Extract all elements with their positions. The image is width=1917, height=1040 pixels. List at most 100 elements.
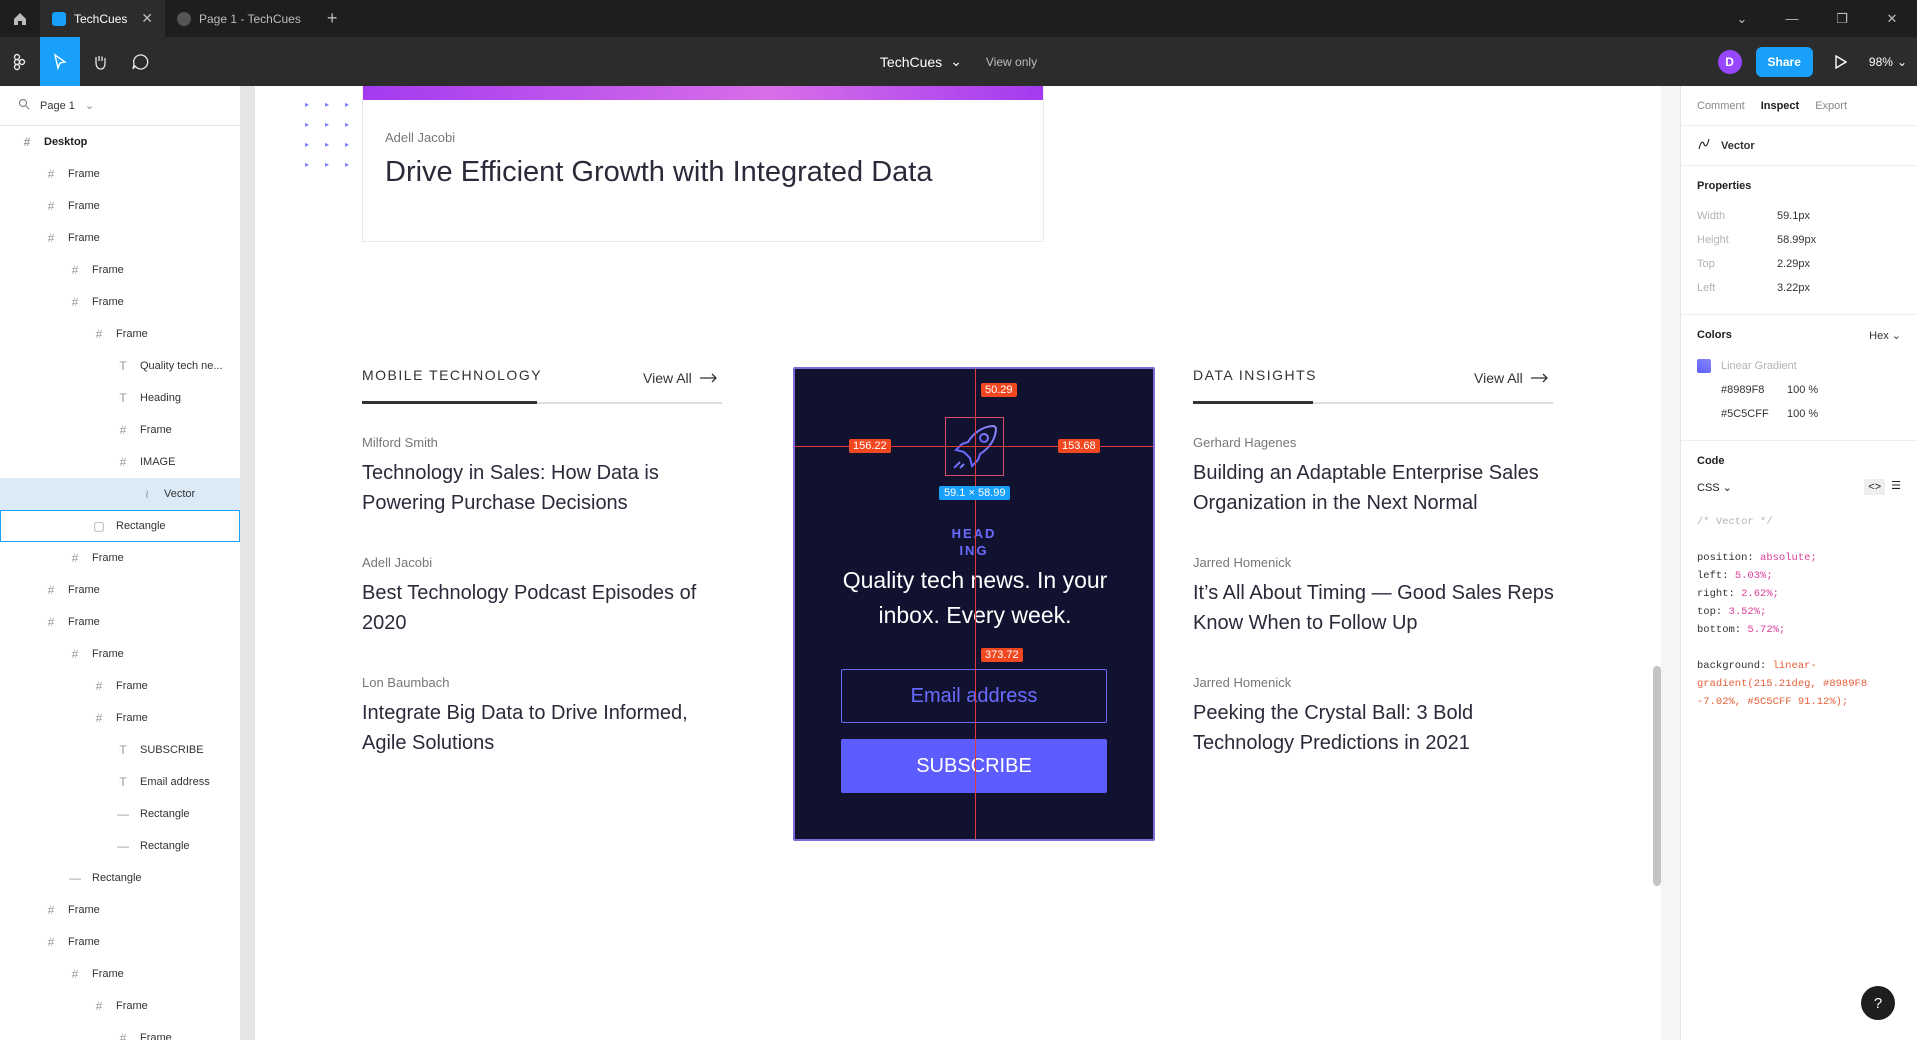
layer-row[interactable]: # Frame <box>0 958 240 990</box>
color-format-value: Hex <box>1869 330 1889 342</box>
layer-row[interactable]: # Frame <box>0 574 240 606</box>
article-title[interactable]: Integrate Big Data to Drive Informed, Ag… <box>362 698 732 758</box>
layer-label: Frame <box>92 552 124 564</box>
tab-techcues[interactable]: TechCues ✕ <box>40 0 165 37</box>
move-tool-icon[interactable] <box>40 37 80 86</box>
color-stop-row[interactable]: #5C5CFF 100 % <box>1697 402 1901 426</box>
color-format-select[interactable]: Hex ⌄ <box>1869 329 1901 342</box>
property-value[interactable]: 2.29px <box>1777 258 1810 270</box>
layer-row[interactable]: # Frame <box>0 286 240 318</box>
zoom-menu[interactable]: 98% ⌄ <box>1869 55 1907 69</box>
layer-row[interactable]: # Frame <box>0 990 240 1022</box>
layer-row[interactable]: # Frame <box>0 606 240 638</box>
present-icon[interactable] <box>1827 54 1855 69</box>
tab-comment[interactable]: Comment <box>1697 100 1745 112</box>
tab-page-1[interactable]: Page 1 - TechCues <box>165 0 313 37</box>
comment-tool-icon[interactable] <box>120 37 160 86</box>
layer-row[interactable]: ≀ Vector <box>0 478 240 510</box>
data-insights-heading: DATA INSIGHTS <box>1193 367 1317 383</box>
avatar[interactable]: D <box>1717 49 1742 74</box>
layer-row[interactable]: # Frame <box>0 638 240 670</box>
layer-row[interactable]: — Rectangle <box>0 830 240 862</box>
data-insights-view-all-link[interactable]: View All <box>1474 370 1549 386</box>
layer-row[interactable]: T Quality tech ne... <box>0 350 240 382</box>
layer-list: # Desktop # Frame # Frame # Frame # Frame # Frame # F… <box>0 126 240 1040</box>
layer-row[interactable]: # Frame <box>0 1022 240 1040</box>
newsletter-card[interactable]: HEAD ING Quality tech news. In your inbo… <box>793 367 1155 841</box>
share-button[interactable]: Share <box>1755 46 1813 77</box>
layer-label: Rectangle <box>140 840 190 852</box>
vertical-scrollbar[interactable] <box>1653 666 1661 886</box>
frame-icon: # <box>119 455 127 469</box>
hand-tool-icon[interactable] <box>80 37 120 86</box>
layer-row[interactable]: # Frame <box>0 894 240 926</box>
layer-row[interactable]: # Frame <box>0 190 240 222</box>
layer-row[interactable]: # Frame <box>0 158 240 190</box>
color-stop-row[interactable]: #8989F8 100 % <box>1697 378 1901 402</box>
fill-row[interactable]: Linear Gradient <box>1697 354 1901 378</box>
article-title[interactable]: It’s All About Timing — Good Sales Reps … <box>1193 578 1573 638</box>
gradient-swatch <box>1697 359 1711 373</box>
article-image <box>363 86 1043 100</box>
add-tab-icon[interactable]: + <box>313 8 352 29</box>
property-value[interactable]: 59.1px <box>1777 210 1810 222</box>
article-author: Jarred Homenick <box>1193 675 1292 690</box>
article-title[interactable]: Technology in Sales: How Data is Powerin… <box>362 458 732 518</box>
list-icon[interactable]: ☰ <box>1891 479 1901 495</box>
figma-menu-icon[interactable] <box>0 37 40 86</box>
code-block[interactable]: /* Vector */ position: absolute; left: 5.… <box>1697 513 1901 711</box>
frame-icon: # <box>95 999 103 1013</box>
figma-window: TechCues ✕ Page 1 - TechCues + ⌄ — ❐ ✕ T… <box>0 0 1917 1040</box>
layer-row[interactable]: # Frame <box>0 318 240 350</box>
property-value[interactable]: 58.99px <box>1777 234 1816 246</box>
tab-inspect[interactable]: Inspect <box>1761 100 1800 112</box>
text-icon: T <box>119 359 127 373</box>
page-selector[interactable]: Page 1 ⌄ <box>0 86 240 126</box>
home-icon[interactable] <box>0 0 40 37</box>
selected-layer: Vector <box>1681 126 1917 166</box>
close-icon[interactable]: ✕ <box>141 10 153 27</box>
layer-row[interactable]: # Frame <box>0 702 240 734</box>
property-value[interactable]: 3.22px <box>1777 282 1810 294</box>
color-opacity: 100 % <box>1787 408 1819 420</box>
chevron-down-icon: ⌄ <box>84 100 95 112</box>
layer-row[interactable]: T SUBSCRIBE <box>0 734 240 766</box>
layer-row[interactable]: — Rectangle <box>0 862 240 894</box>
restore-icon[interactable]: ❐ <box>1817 0 1867 37</box>
subscribe-button[interactable]: SUBSCRIBE <box>841 739 1107 793</box>
code-language-select[interactable]: CSS ⌄ <box>1697 481 1732 494</box>
article-title[interactable]: Building an Adaptable Enterprise Sales O… <box>1193 458 1573 518</box>
layer-row[interactable]: # Desktop <box>0 126 240 158</box>
close-window-icon[interactable]: ✕ <box>1867 0 1917 37</box>
layer-row[interactable]: # Frame <box>0 254 240 286</box>
layer-label: Frame <box>68 584 100 596</box>
chevron-down-icon[interactable]: ⌄ <box>1717 0 1767 37</box>
email-field[interactable] <box>841 669 1107 723</box>
article-title[interactable]: Peeking the Crystal Ball: 3 Bold Technol… <box>1193 698 1573 758</box>
property-key: Width <box>1697 210 1726 222</box>
help-button[interactable]: ? <box>1861 986 1895 1020</box>
layer-row[interactable]: # Frame <box>0 670 240 702</box>
search-icon[interactable] <box>18 98 30 113</box>
arrow-right-icon <box>1530 370 1549 386</box>
code-icon[interactable]: <> <box>1864 479 1886 495</box>
rectangle-icon: ▢ <box>93 519 105 533</box>
layer-row[interactable]: # Frame <box>0 222 240 254</box>
layer-row[interactable]: ▢ Rectangle <box>0 510 240 542</box>
layer-row[interactable]: # Frame <box>0 542 240 574</box>
featured-article-card[interactable]: Adell Jacobi Drive Efficient Growth with… <box>362 86 1044 242</box>
layer-row[interactable]: — Rectangle <box>0 798 240 830</box>
layer-row[interactable]: # Frame <box>0 414 240 446</box>
minimize-icon[interactable]: — <box>1767 0 1817 37</box>
layer-row[interactable]: T Email address <box>0 766 240 798</box>
mobile-view-all-link[interactable]: View All <box>643 370 718 386</box>
layer-row[interactable]: # IMAGE <box>0 446 240 478</box>
file-name-menu[interactable]: TechCues ⌄ <box>880 53 962 70</box>
layer-row[interactable]: # Frame <box>0 926 240 958</box>
canvas[interactable]: ▸ ▸ ▸ ▸ ▸ ▸ ▸ ▸ ▸ ▸ ▸ ▸ Adell Jacobi Drive Effic… <box>241 86 1661 1040</box>
line-icon: — <box>117 839 129 853</box>
tab-export[interactable]: Export <box>1815 100 1847 112</box>
layer-row[interactable]: T Heading <box>0 382 240 414</box>
frame-icon: # <box>95 711 103 725</box>
article-title[interactable]: Best Technology Podcast Episodes of 2020 <box>362 578 732 638</box>
